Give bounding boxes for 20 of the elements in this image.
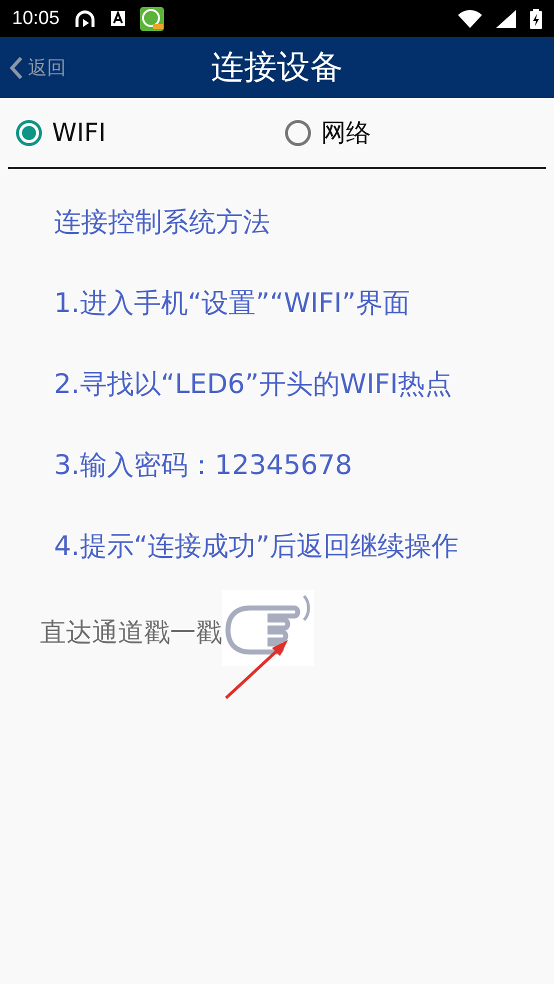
instruction-text: 4.提示“连接成功”后返回继续操作 <box>54 530 460 564</box>
font-icon <box>110 10 126 27</box>
instruction-text: 2.寻找以“LED6”开头的WIFI热点 <box>54 368 453 402</box>
instruction-text: 3.输入密码：12345678 <box>54 449 354 483</box>
pointing-hand-icon[interactable] <box>222 590 314 666</box>
back-button[interactable]: 返回 <box>8 54 66 80</box>
instruction-text: 1.进入手机“设置”“WIFI”界面 <box>54 287 411 321</box>
wifi-icon <box>458 10 482 28</box>
status-time: 10:05 <box>12 8 60 30</box>
radio-option[interactable]: 网络 <box>285 116 546 149</box>
signal-icon <box>496 10 516 28</box>
page-title: 连接设备 <box>211 47 343 86</box>
shortcut-label: 直达通道戳一戳 <box>40 617 222 650</box>
radio-option[interactable]: WIFI <box>16 118 277 147</box>
battery-icon <box>530 8 542 28</box>
headphones-icon <box>74 8 96 28</box>
annotation-arrow <box>224 638 290 700</box>
instruction-text: 连接控制系统方法 <box>54 206 271 240</box>
app-icon <box>140 6 164 30</box>
back-chevron-icon <box>8 54 24 80</box>
